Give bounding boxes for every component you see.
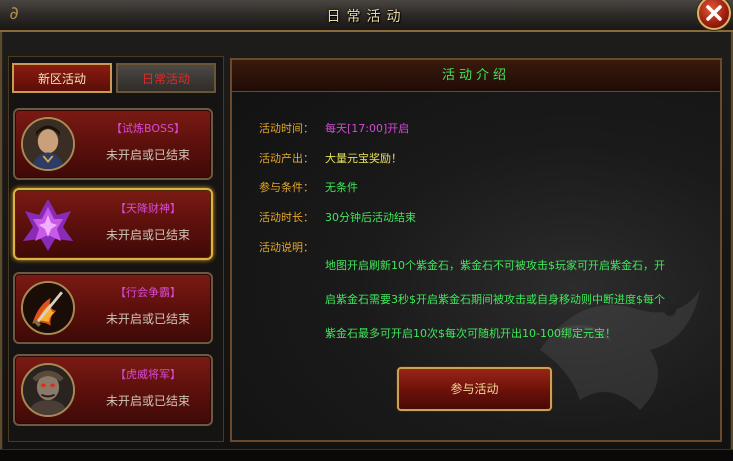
purple-crystal-icon xyxy=(21,197,75,251)
activity-item-god-of-wealth[interactable]: 【天降财神】 未开启或已结束 xyxy=(13,188,213,260)
armored-general-icon xyxy=(21,363,75,417)
info-value: 大量元宝奖励！ xyxy=(325,152,402,165)
activity-description: 地图开启刷新10个紫金石，紫金石不可被攻击$玩家可开启紫金石，开 启紫金石需要3… xyxy=(325,240,695,359)
info-label: 活动时长： xyxy=(259,211,314,224)
activity-name: 【试炼BOSS】 xyxy=(111,122,185,135)
activity-status: 未开启或已结束 xyxy=(105,312,190,326)
join-activity-button[interactable]: 参与活动 xyxy=(397,367,552,411)
activity-status: 未开启或已结束 xyxy=(105,228,190,242)
info-value: 30分钟后活动结束 xyxy=(325,211,416,224)
tab-new-server-activity[interactable]: 新区活动 xyxy=(12,63,112,93)
activity-name: 【虎威将军】 xyxy=(115,368,181,381)
title-bar[interactable]: ∂ 日常活动 xyxy=(0,0,733,32)
info-label: 活动产出： xyxy=(259,152,314,165)
description-line: 启紫金石需要3秒$开启紫金石期间被攻击或自身移动则中断进度$每个 xyxy=(325,293,665,306)
flame-sword-icon xyxy=(21,281,75,335)
tab-daily-activity[interactable]: 日常活动 xyxy=(116,63,216,93)
window-title: 日常活动 xyxy=(326,9,407,25)
activity-item-trial-boss[interactable]: 【试炼BOSS】 未开启或已结束 xyxy=(13,108,213,180)
activity-name: 【天降财神】 xyxy=(115,202,181,215)
description-line: 紫金石最多可开启10次$每次可随机开出10-100绑定元宝！ xyxy=(325,327,616,340)
info-value: 无条件 xyxy=(325,181,358,194)
info-value: 每天[17:00]开启 xyxy=(325,122,410,135)
description-line: 地图开启刷新10个紫金石，紫金石不可被攻击$玩家可开启紫金石，开 xyxy=(325,259,665,272)
activity-item-guild-war[interactable]: 【行会争霸】 未开启或已结束 xyxy=(13,272,213,344)
warrior-portrait-icon xyxy=(21,117,75,171)
activity-item-tiger-general[interactable]: 【虎威将军】 未开启或已结束 xyxy=(13,354,213,426)
info-label: 活动说明： xyxy=(259,241,314,254)
activity-status: 未开启或已结束 xyxy=(105,148,190,162)
info-label: 活动时间： xyxy=(259,122,314,135)
bottom-strip xyxy=(0,449,733,461)
intro-header: 活动介绍 xyxy=(232,60,720,92)
activity-status: 未开启或已结束 xyxy=(105,394,190,408)
info-label: 参与条件： xyxy=(259,181,314,194)
close-icon xyxy=(706,5,722,21)
activity-name: 【行会争霸】 xyxy=(115,286,181,299)
